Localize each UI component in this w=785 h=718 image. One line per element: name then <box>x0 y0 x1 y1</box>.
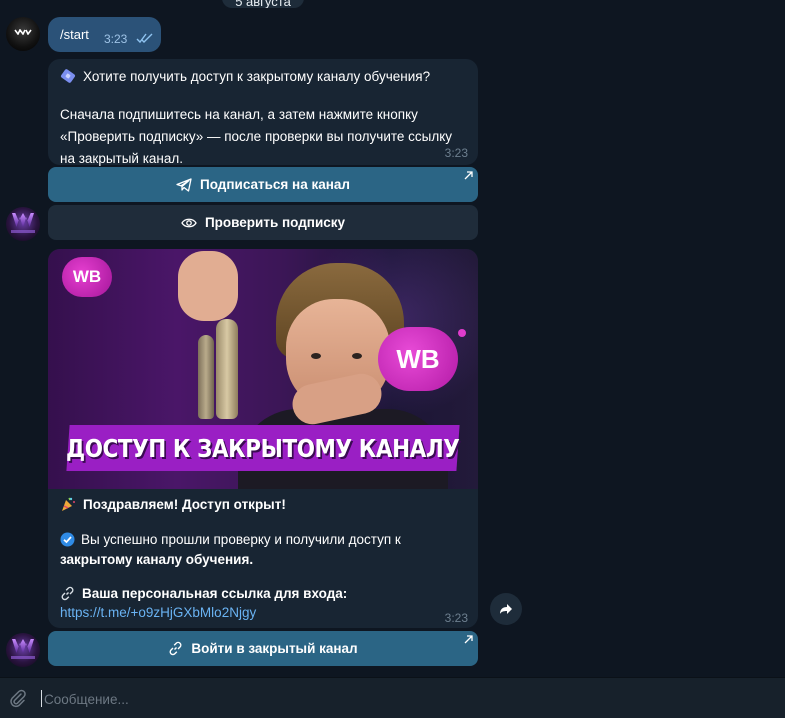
double-check-icon <box>136 33 153 44</box>
success-bold: закрытому каналу обучения. <box>60 552 254 567</box>
bot-logo-line <box>11 230 35 233</box>
success-text: Вы успешно прошли проверку и получили до… <box>60 530 460 570</box>
user-avatar[interactable] <box>6 17 40 51</box>
avatar-face-icon <box>14 29 32 35</box>
subscribe-button-label: Подписаться на канал <box>200 177 350 192</box>
bot-logo-icon <box>12 639 34 653</box>
enter-private-channel-label: Войти в закрытый канал <box>191 641 358 656</box>
promo-eye <box>352 353 362 359</box>
check-subscription-label: Проверить подписку <box>204 215 346 230</box>
link-icon <box>169 641 182 656</box>
outgoing-message[interactable]: /start 3:23 <box>48 17 161 52</box>
outgoing-text: /start <box>60 27 89 42</box>
enter-private-channel-button[interactable]: Войти в закрытый канал <box>48 631 478 666</box>
external-link-icon <box>464 635 473 644</box>
external-link-icon <box>464 171 473 180</box>
message-headline: Хотите получить доступ к закрытому канал… <box>83 68 431 84</box>
promo-banner: ДОСТУП К ЗАКРЫТОМУ КАНАЛУ <box>66 425 460 471</box>
share-arrow-icon <box>500 604 512 614</box>
promo-dot <box>458 329 466 337</box>
ticket-icon <box>61 69 75 83</box>
text-cursor <box>41 690 42 707</box>
congrats-row: Поздравляем! Доступ открыт! <box>60 496 286 512</box>
check-subscription-button[interactable]: Проверить подписку <box>48 205 478 240</box>
promo-banner-text: ДОСТУП К ЗАКРЫТОМУ КАНАЛУ <box>66 433 460 463</box>
message-composer <box>0 677 785 718</box>
key-icon <box>216 319 238 419</box>
bot-message-access[interactable]: WB WB ДОСТУП К ЗАКРЫТОМУ КАНАЛУ Поздравл… <box>48 249 478 628</box>
check-badge-icon <box>60 532 75 547</box>
bot-logo-icon <box>12 213 34 227</box>
date-pill: 5 августа <box>222 0 304 8</box>
message-time: 3:23 <box>444 146 468 160</box>
link-icon <box>61 586 74 601</box>
message-headline-row: Хотите получить доступ к закрытому канал… <box>60 68 430 84</box>
eye-icon <box>181 218 197 227</box>
promo-hand <box>178 251 238 321</box>
party-popper-icon <box>62 497 75 511</box>
personal-link-row: Ваша персональная ссылка для входа: <box>60 586 347 601</box>
telegram-icon <box>176 177 192 192</box>
bot-avatar[interactable] <box>6 633 40 667</box>
forward-button[interactable] <box>490 593 522 625</box>
wb-badge-large: WB <box>378 327 458 391</box>
wb-badge-small: WB <box>62 257 112 297</box>
message-time: 3:23 <box>444 611 468 625</box>
message-input[interactable] <box>44 688 744 710</box>
outgoing-time: 3:23 <box>104 32 128 46</box>
promo-eye <box>311 353 321 359</box>
promo-image[interactable]: WB WB ДОСТУП К ЗАКРЫТОМУ КАНАЛУ <box>48 249 478 489</box>
key-icon <box>198 335 214 419</box>
congrats-text: Поздравляем! Доступ открыт! <box>83 496 286 512</box>
bot-message-subscribe[interactable]: Хотите получить доступ к закрытому канал… <box>48 59 478 166</box>
message-body: Сначала подпишитесь на канал, а затем на… <box>60 107 453 166</box>
personal-link-label: Ваша персональная ссылка для входа: <box>82 586 348 601</box>
bot-avatar[interactable] <box>6 207 40 241</box>
invite-link[interactable]: https://t.me/+o9zHjGXbMlo2Njgy <box>60 605 256 620</box>
paperclip-icon[interactable] <box>8 688 28 708</box>
success-plain: Вы успешно прошли проверку и получили до… <box>81 532 401 547</box>
bot-logo-line <box>11 656 35 659</box>
date-label: 5 августа <box>235 0 291 8</box>
subscribe-button[interactable]: Подписаться на канал <box>48 167 478 202</box>
